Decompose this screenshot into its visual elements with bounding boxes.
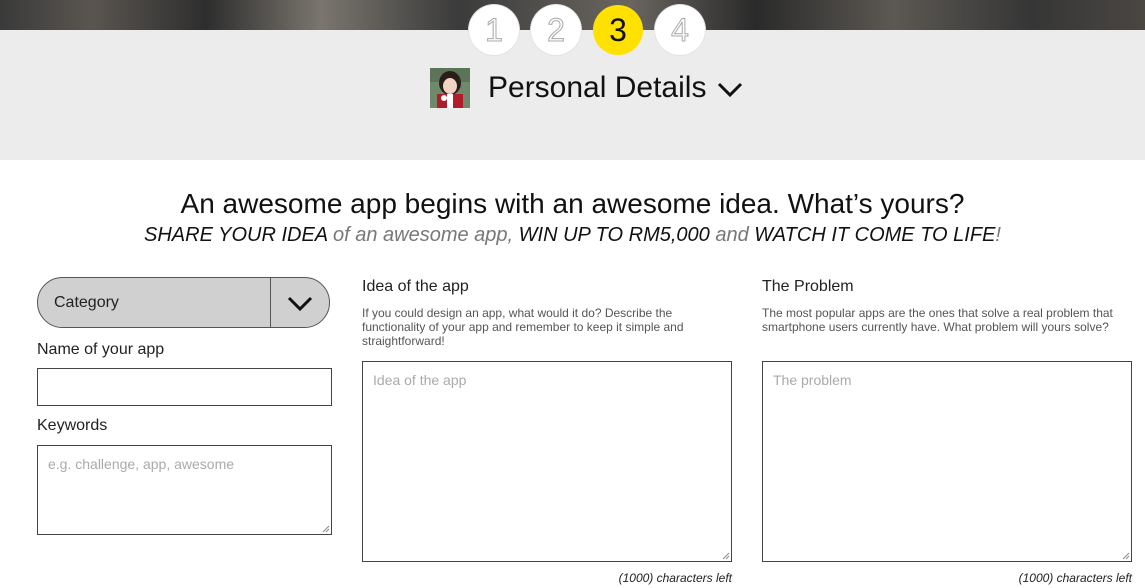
app-name-input[interactable] — [37, 368, 332, 406]
problem-char-counter: (1000) characters left — [1018, 571, 1132, 585]
chevron-down-icon[interactable] — [286, 294, 314, 314]
section-title: Personal Details — [488, 71, 707, 104]
tagline-text-1: of an awesome app, — [327, 224, 519, 246]
idea-placeholder: Idea of the app — [373, 372, 467, 388]
resize-handle-icon[interactable] — [322, 525, 330, 533]
problem-description: The most popular apps are the ones that … — [762, 306, 1113, 334]
page-tagline: SHARE YOUR IDEA of an awesome app, WIN U… — [0, 222, 1145, 248]
category-label: Category — [54, 294, 119, 311]
tagline-text-3: ! — [995, 224, 1001, 246]
resize-handle-icon[interactable] — [722, 552, 730, 560]
category-divider — [270, 278, 271, 327]
category-select[interactable]: Category — [37, 277, 330, 328]
tagline-win: WIN UP TO RM5,000 — [518, 224, 710, 246]
idea-description: If you could design an app, what would i… — [362, 306, 684, 348]
page-headline: An awesome app begins with an awesome id… — [180, 188, 965, 219]
problem-label: The Problem — [762, 278, 854, 295]
problem-placeholder: The problem — [773, 372, 852, 388]
idea-label: Idea of the app — [362, 278, 469, 295]
app-name-label: Name of your app — [37, 341, 165, 358]
keywords-textarea[interactable]: e.g. challenge, app, awesome — [37, 445, 332, 535]
keywords-label: Keywords — [37, 417, 108, 434]
tagline-watch: WATCH IT COME TO LIFE — [754, 224, 996, 246]
tagline-share: SHARE YOUR IDEA — [144, 224, 328, 246]
resize-handle-icon[interactable] — [1122, 552, 1130, 560]
step-4[interactable]: 4 — [655, 5, 705, 55]
problem-textarea[interactable]: The problem — [762, 361, 1132, 562]
user-avatar — [430, 68, 470, 108]
idea-textarea[interactable]: Idea of the app — [362, 361, 732, 562]
tagline-text-2: and — [709, 224, 755, 246]
chevron-down-icon[interactable] — [716, 80, 744, 100]
step-3-active[interactable]: 3 — [593, 5, 643, 55]
step-1[interactable]: 1 — [469, 5, 519, 55]
step-2[interactable]: 2 — [531, 5, 581, 55]
keywords-placeholder: e.g. challenge, app, awesome — [48, 456, 235, 472]
idea-char-counter: (1000) characters left — [618, 571, 732, 585]
